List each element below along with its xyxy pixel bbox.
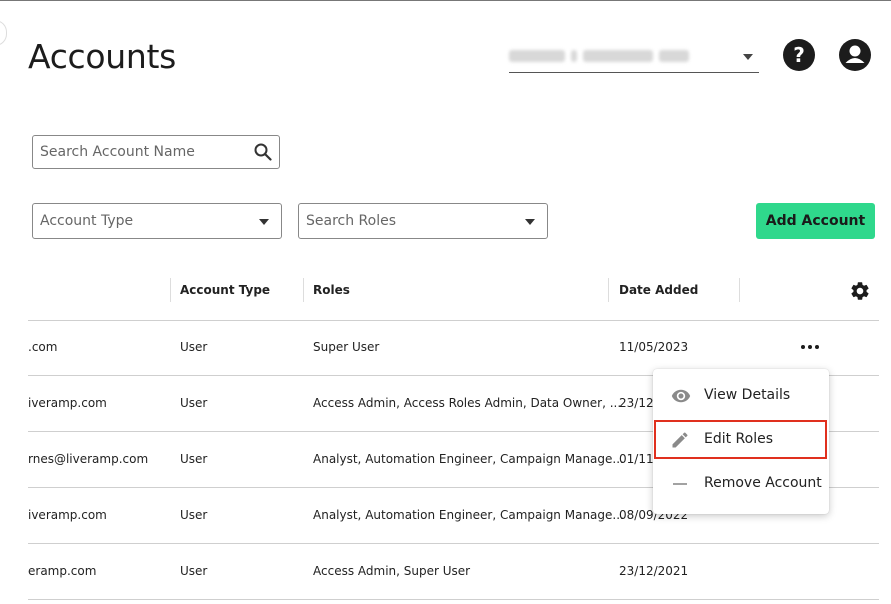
- cell-account-type: User: [180, 508, 208, 522]
- caret-down-icon: [259, 219, 269, 225]
- cell-roles: Analyst, Automation Engineer, Campaign M…: [313, 452, 624, 466]
- search-account-field[interactable]: [32, 135, 280, 169]
- caret-down-icon: [743, 54, 753, 60]
- column-header-account-type[interactable]: Account Type: [180, 283, 270, 297]
- cell-date-added: 11/05/2023: [619, 340, 689, 354]
- cell-roles: Access Admin, Access Roles Admin, Data O…: [313, 396, 622, 410]
- cell-roles: Super User: [313, 340, 380, 354]
- cell-account-type: User: [180, 396, 208, 410]
- row-divider: [28, 543, 879, 544]
- cell-date-added: 23/12/: [619, 396, 658, 410]
- organization-select[interactable]: [509, 42, 759, 73]
- search-roles-label: Search Roles: [306, 213, 397, 229]
- column-divider: [739, 278, 740, 302]
- sidebar-collapse-handle[interactable]: [0, 20, 7, 46]
- search-roles-dropdown[interactable]: Search Roles: [298, 203, 548, 239]
- cell-date-added: 01/11/: [619, 452, 658, 466]
- search-icon[interactable]: [254, 143, 272, 161]
- add-account-button[interactable]: Add Account: [756, 203, 875, 239]
- edit-roles-highlight-box: [654, 420, 827, 459]
- user-account-icon[interactable]: [839, 39, 871, 71]
- menu-item-label: Remove Account: [704, 475, 822, 491]
- cell-email: .com: [28, 340, 58, 354]
- cell-roles: Analyst, Automation Engineer, Campaign M…: [313, 508, 624, 522]
- cell-email: iveramp.com: [28, 508, 107, 522]
- column-header-roles[interactable]: Roles: [313, 283, 350, 297]
- account-type-label: Account Type: [40, 213, 134, 229]
- menu-item-remove-account[interactable]: Remove Account: [653, 464, 829, 504]
- column-header-date-added[interactable]: Date Added: [619, 283, 698, 297]
- cell-date-added: 23/12/2021: [619, 564, 689, 578]
- column-divider: [303, 278, 304, 302]
- organization-select-value: [509, 50, 709, 64]
- menu-item-view-details[interactable]: View Details: [653, 376, 829, 416]
- menu-item-label: View Details: [704, 387, 791, 403]
- minus-icon: [673, 483, 687, 485]
- gear-icon[interactable]: [849, 280, 871, 302]
- cell-email: iveramp.com: [28, 396, 107, 410]
- search-input[interactable]: [40, 144, 240, 160]
- cell-account-type: User: [180, 564, 208, 578]
- row-divider: [28, 599, 879, 600]
- cell-email: eramp.com: [28, 564, 97, 578]
- account-type-dropdown[interactable]: Account Type: [32, 203, 282, 239]
- column-divider: [170, 278, 171, 302]
- eye-icon: [671, 389, 691, 403]
- help-icon[interactable]: ?: [783, 39, 815, 71]
- cell-account-type: User: [180, 452, 208, 466]
- caret-down-icon: [525, 219, 535, 225]
- cell-roles: Access Admin, Super User: [313, 564, 471, 578]
- more-actions-icon[interactable]: [801, 345, 819, 349]
- column-divider: [608, 278, 609, 302]
- table-header-divider: [28, 320, 879, 321]
- page-title: Accounts: [28, 37, 177, 76]
- cell-account-type: User: [180, 340, 208, 354]
- cell-email: rnes@liveramp.com: [28, 452, 149, 466]
- top-border: [0, 0, 891, 1]
